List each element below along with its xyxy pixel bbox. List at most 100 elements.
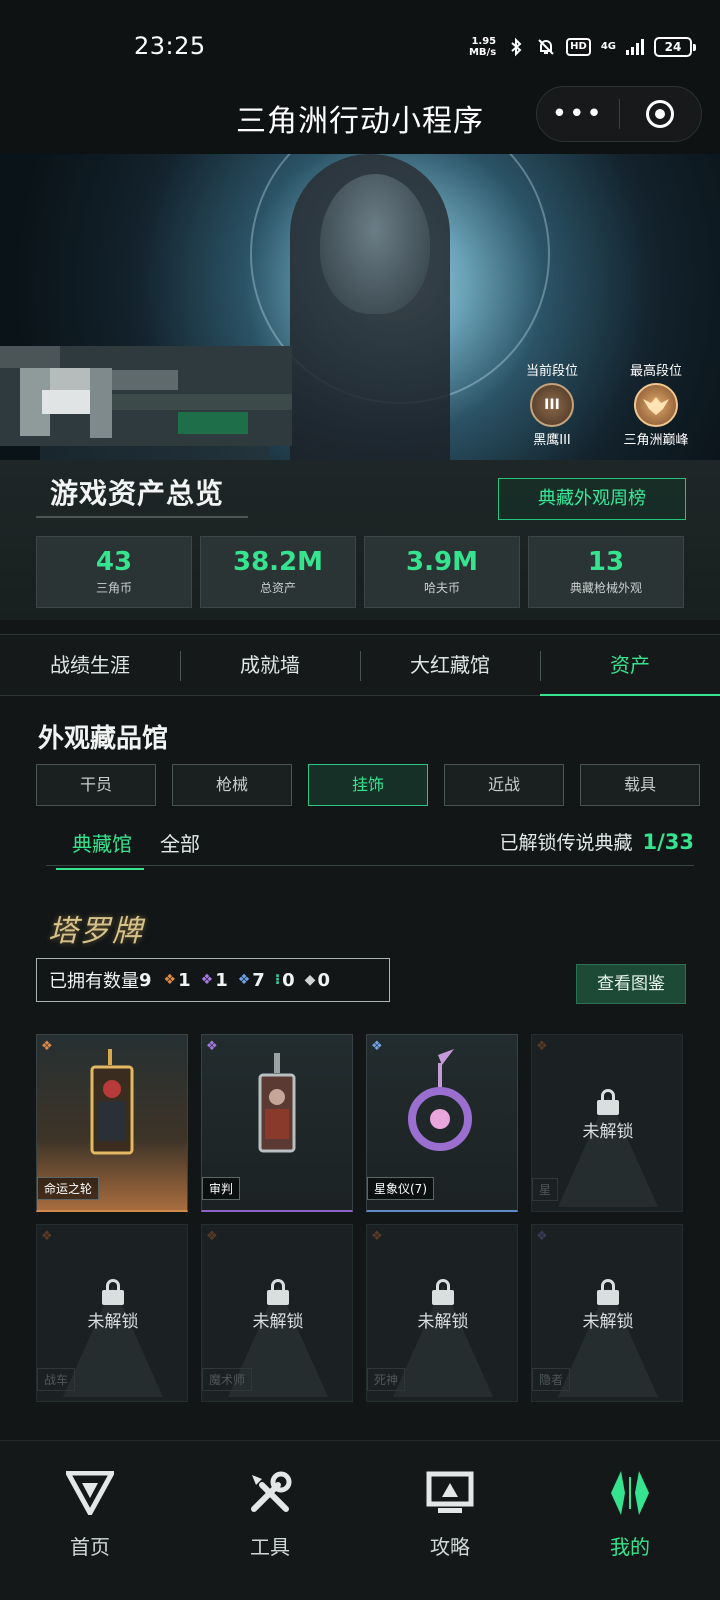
white-rarity-icon: ◆ <box>304 972 316 988</box>
banner-character-head <box>320 174 430 314</box>
locked-overlay: 未解锁 <box>532 1279 682 1332</box>
filter-vehicles[interactable]: 载具 <box>580 764 700 806</box>
tab-assets[interactable]: 资产 <box>540 635 720 696</box>
asset-overview: 游戏资产总览 典藏外观周榜 43 三角币 38.2M 总资产 3.9M 哈夫币 … <box>0 460 720 620</box>
charm-name: 魔术师 <box>202 1368 253 1391</box>
mute-bell-icon <box>538 39 554 55</box>
judgement-charm-icon <box>258 1053 296 1153</box>
status-icons: 1.95 MB/s HD 4G 24 <box>468 36 696 58</box>
nav-tools[interactable]: 工具 <box>180 1441 360 1600</box>
lock-icon <box>597 1279 619 1305</box>
charm-card[interactable]: ❖ 星象仪(7) <box>366 1034 518 1212</box>
wheel-of-fortune-charm-icon <box>90 1049 134 1155</box>
charm-card[interactable]: ❖ 命运之轮 <box>36 1034 188 1212</box>
charm-card-locked[interactable]: ❖ 未解锁 魔术师 <box>201 1224 353 1402</box>
collection-subtabs: 典藏馆 全部 已解锁传说典藏 1/33 <box>46 826 694 870</box>
charm-name: 审判 <box>202 1177 241 1200</box>
lock-icon <box>597 1089 619 1115</box>
subtab-all[interactable]: 全部 <box>160 828 200 857</box>
signal-icon <box>626 39 644 55</box>
weekly-ranking-button[interactable]: 典藏外观周榜 <box>498 478 686 520</box>
bluetooth-icon <box>511 37 522 57</box>
eagle-badge-icon <box>634 383 678 427</box>
tab-red-vault[interactable]: 大红藏馆 <box>360 635 540 695</box>
rarity-orange-count: ❖ 1 <box>163 969 191 991</box>
delta-logo-icon <box>66 1471 114 1515</box>
charm-name: 星 <box>532 1178 559 1201</box>
status-bar: 23:25 1.95 MB/s HD 4G 24 <box>0 0 720 86</box>
blue-rarity-icon: ❖ <box>371 1039 383 1054</box>
charm-card-locked[interactable]: ❖ 未解锁 战车 <box>36 1224 188 1402</box>
filter-weapons[interactable]: 枪械 <box>172 764 292 806</box>
filter-melee[interactable]: 近战 <box>444 764 564 806</box>
green-rarity-icon: ⁝ <box>274 972 281 988</box>
overview-title: 游戏资产总览 <box>50 477 225 510</box>
rarity-green-count: ⁝ 0 <box>274 969 295 991</box>
view-catalog-button[interactable]: 查看图鉴 <box>576 964 686 1004</box>
profile-emblem-icon <box>611 1471 649 1515</box>
locked-overlay: 未解锁 <box>202 1279 352 1332</box>
charm-card-locked[interactable]: ❖ 未解锁 死神 <box>366 1224 518 1402</box>
category-filters: 干员 枪械 挂饰 近战 载具 <box>36 764 700 806</box>
blue-rarity-icon: ❖ <box>237 972 251 988</box>
rarity-white-count: ◆ 0 <box>304 969 330 991</box>
bottom-navigation: 首页 工具 攻略 我的 <box>0 1440 720 1600</box>
locked-overlay: 未解锁 <box>367 1279 517 1332</box>
rank-badge-icon: III <box>530 383 574 427</box>
close-button[interactable] <box>620 100 702 128</box>
orange-rarity-icon: ❖ <box>371 1229 383 1244</box>
nav-mine[interactable]: 我的 <box>540 1441 720 1600</box>
stat-weapon-skins: 13 典藏枪械外观 <box>528 536 684 608</box>
blurred-player-info <box>0 346 292 446</box>
purple-rarity-icon: ❖ <box>206 1039 218 1054</box>
stat-haf-coin: 3.9M 哈夫币 <box>364 536 520 608</box>
target-icon <box>646 100 675 128</box>
stat-delta-coin: 43 三角币 <box>36 536 192 608</box>
astrolabe-charm-icon <box>408 1049 472 1151</box>
charm-name: 死神 <box>367 1368 406 1391</box>
charm-name: 战车 <box>37 1368 76 1391</box>
more-button[interactable]: ••• <box>537 101 619 127</box>
charm-name: 星象仪(7) <box>367 1177 434 1200</box>
orange-rarity-icon: ❖ <box>206 1229 218 1244</box>
charm-card[interactable]: ❖ 审判 <box>201 1034 353 1212</box>
orange-rarity-icon: ❖ <box>41 1039 53 1054</box>
title-underline <box>36 516 248 518</box>
nav-guides[interactable]: 攻略 <box>360 1441 540 1600</box>
tab-achievements[interactable]: 成就墙 <box>180 635 360 695</box>
battery-icon: 24 <box>654 37 696 57</box>
net-speed: 1.95 MB/s <box>468 36 497 58</box>
status-time: 23:25 <box>134 32 206 60</box>
orange-rarity-icon: ❖ <box>536 1039 548 1054</box>
current-rank: 当前段位 III 黑鹰III <box>525 364 578 448</box>
legend-unlock-count: 已解锁传说典藏 1/33 <box>499 830 694 854</box>
rarity-blue-count: ❖ 7 <box>237 969 265 991</box>
lock-icon <box>267 1279 289 1305</box>
filter-charms[interactable]: 挂饰 <box>308 764 428 806</box>
lock-icon <box>432 1279 454 1305</box>
hd-icon: HD <box>566 38 591 56</box>
locked-overlay: 未解锁 <box>532 1089 682 1142</box>
rarity-purple-count: ❖ 1 <box>200 969 228 991</box>
mini-program-navbar: 三角洲行动小程序 ••• <box>0 86 720 154</box>
network-type: 4G <box>600 41 616 52</box>
tools-icon <box>251 1471 292 1512</box>
filter-operators[interactable]: 干员 <box>36 764 156 806</box>
nav-home[interactable]: 首页 <box>0 1441 180 1600</box>
owned-count-bar: 已拥有数量 9 ❖ 1 ❖ 1 ❖ 7 ⁝ 0 ◆ 0 <box>36 958 390 1002</box>
locked-overlay: 未解锁 <box>37 1279 187 1332</box>
purple-rarity-icon: ❖ <box>200 972 214 988</box>
capsule-menu: ••• <box>536 86 702 142</box>
stat-total-assets: 38.2M 总资产 <box>200 536 356 608</box>
subtab-collection[interactable]: 典藏馆 <box>56 828 144 870</box>
orange-rarity-icon: ❖ <box>163 972 177 988</box>
lock-icon <box>102 1279 124 1305</box>
charm-card-locked[interactable]: ❖ 未解锁 星 <box>531 1034 683 1212</box>
charm-card-locked[interactable]: ❖ 未解锁 隐者 <box>531 1224 683 1402</box>
tab-career[interactable]: 战绩生涯 <box>0 635 180 695</box>
orange-rarity-icon: ❖ <box>41 1229 53 1244</box>
stat-list: 43 三角币 38.2M 总资产 3.9M 哈夫币 13 典藏枪械外观 <box>36 536 684 608</box>
purple-rarity-icon: ❖ <box>536 1229 548 1244</box>
collection-title: 外观藏品馆 <box>38 724 169 754</box>
rank-info: 当前段位 III 黑鹰III 最高段位 三角洲巅峰 <box>510 360 698 448</box>
